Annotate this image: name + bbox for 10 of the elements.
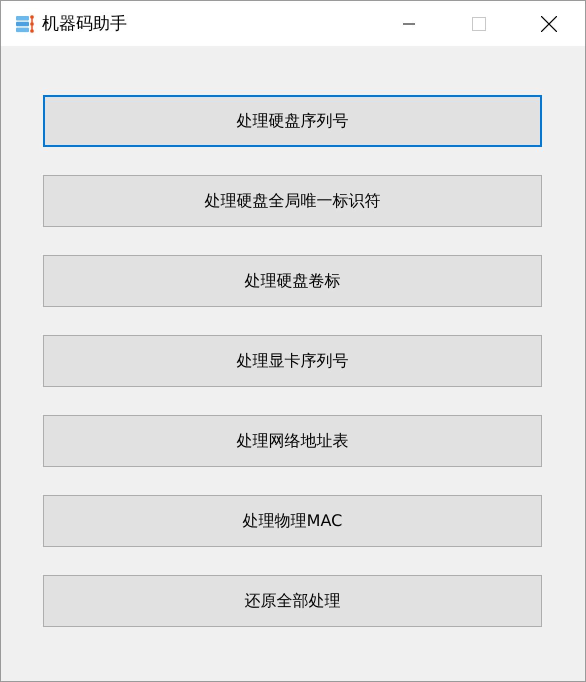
action-button[interactable]: 处理硬盘卷标 — [43, 255, 542, 307]
server-icon — [15, 14, 35, 34]
action-button[interactable]: 处理网络地址表 — [43, 415, 542, 467]
action-button[interactable]: 还原全部处理 — [43, 575, 542, 627]
action-button[interactable]: 处理硬盘全局唯一标识符 — [43, 175, 542, 227]
action-button[interactable]: 处理硬盘序列号 — [43, 95, 542, 147]
action-button[interactable]: 处理物理MAC — [43, 495, 542, 547]
action-button[interactable]: 处理显卡序列号 — [43, 335, 542, 387]
close-icon[interactable] — [541, 16, 557, 32]
window-title: 机器码助手 — [42, 13, 127, 35]
